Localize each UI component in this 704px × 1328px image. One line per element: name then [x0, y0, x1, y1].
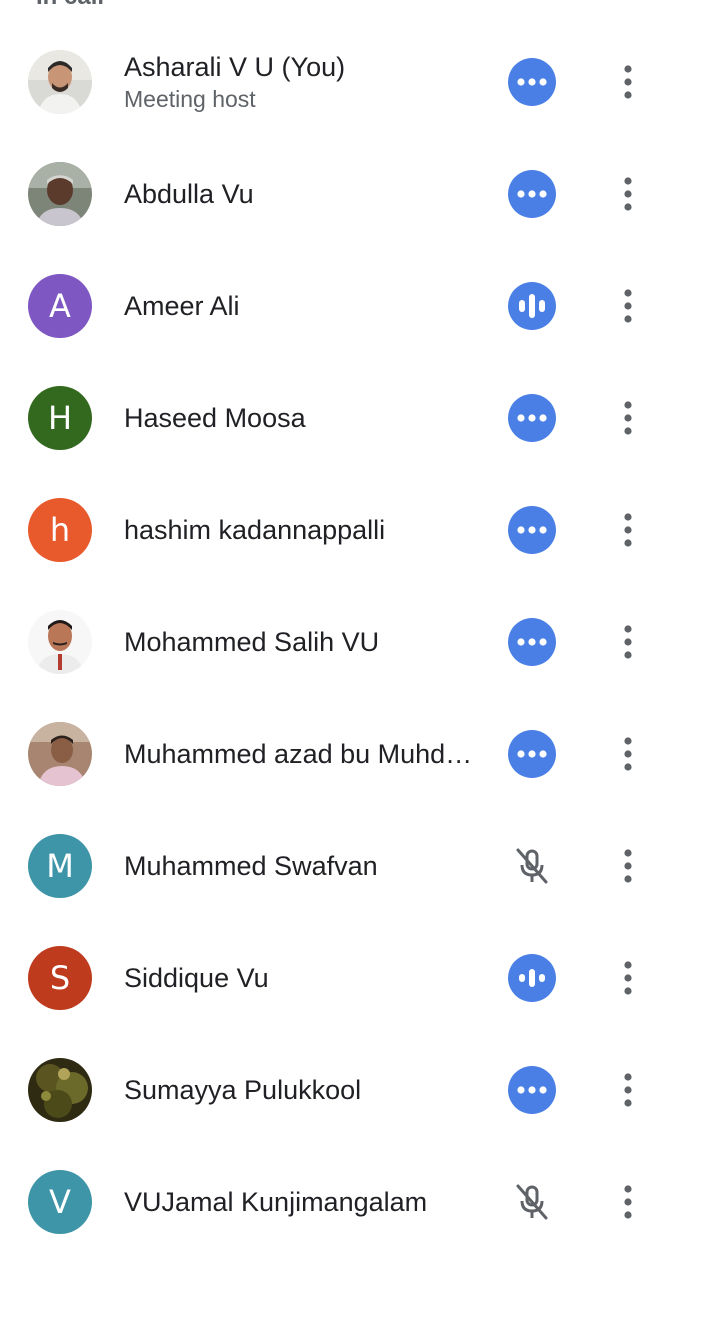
participant-name: Ameer Ali	[124, 291, 240, 321]
more-dots-icon	[517, 638, 547, 646]
more-options-button[interactable]	[604, 618, 652, 666]
participant-row[interactable]: V VUJamal Kunjimangalam	[0, 1146, 704, 1258]
participant-name: VUJamal Kunjimangalam	[124, 1187, 428, 1217]
speaking-bars-icon	[519, 294, 545, 318]
participant-status-button[interactable]	[508, 282, 556, 330]
avatar: h	[28, 498, 92, 562]
participant-name: Muhammed Swafvan	[124, 851, 378, 881]
participant-status-button[interactable]	[508, 954, 556, 1002]
profile-photo-icon	[28, 1058, 92, 1122]
more-options-button[interactable]	[604, 506, 652, 554]
participant-name: Asharali V U (You)	[124, 52, 346, 82]
more-options-button[interactable]	[604, 730, 652, 778]
profile-photo-icon	[28, 610, 92, 674]
more-vert-icon	[624, 401, 632, 435]
more-options-button[interactable]	[604, 394, 652, 442]
more-vert-icon	[624, 1073, 632, 1107]
participant-status-button[interactable]	[508, 618, 556, 666]
more-vert-icon	[624, 289, 632, 323]
participant-name: Abdulla Vu	[124, 179, 254, 209]
participant-list: Asharali V U (You) Meeting host Abdulla …	[0, 26, 704, 1258]
participant-status-button[interactable]	[508, 394, 556, 442]
participant-row[interactable]: M Muhammed Swafvan	[0, 810, 704, 922]
participant-row[interactable]: Mohammed Salih VU	[0, 586, 704, 698]
participant-role: Meeting host	[124, 86, 256, 112]
avatar	[28, 162, 92, 226]
more-options-button[interactable]	[604, 842, 652, 890]
participant-status-button[interactable]	[508, 730, 556, 778]
profile-photo-icon	[28, 50, 92, 114]
participant-status-button[interactable]	[508, 1178, 556, 1226]
avatar: H	[28, 386, 92, 450]
more-dots-icon	[517, 190, 547, 198]
avatar	[28, 1058, 92, 1122]
avatar: S	[28, 946, 92, 1010]
participant-name: Siddique Vu	[124, 963, 269, 993]
avatar	[28, 50, 92, 114]
more-options-button[interactable]	[604, 282, 652, 330]
more-options-button[interactable]	[604, 1066, 652, 1114]
profile-photo-icon	[28, 722, 92, 786]
more-vert-icon	[624, 737, 632, 771]
more-options-button[interactable]	[604, 58, 652, 106]
profile-photo-icon	[28, 162, 92, 226]
participant-row[interactable]: A Ameer Ali	[0, 250, 704, 362]
avatar-initial: S	[49, 959, 71, 997]
more-dots-icon	[517, 414, 547, 422]
more-options-button[interactable]	[604, 954, 652, 1002]
more-vert-icon	[624, 849, 632, 883]
participant-name: Mohammed Salih VU	[124, 627, 380, 657]
avatar-initial: V	[49, 1183, 71, 1221]
more-options-button[interactable]	[604, 170, 652, 218]
participant-row[interactable]: H Haseed Moosa	[0, 362, 704, 474]
more-dots-icon	[517, 526, 547, 534]
participant-row[interactable]: h hashim kadannappalli	[0, 474, 704, 586]
participant-status-button[interactable]	[508, 170, 556, 218]
more-vert-icon	[624, 177, 632, 211]
participant-row[interactable]: Muhammed azad bu Muhd…	[0, 698, 704, 810]
avatar-initial: h	[49, 511, 71, 549]
avatar-initial: M	[46, 847, 74, 885]
more-dots-icon	[517, 1086, 547, 1094]
more-vert-icon	[624, 65, 632, 99]
more-options-button[interactable]	[604, 1178, 652, 1226]
participant-status-button[interactable]	[508, 506, 556, 554]
avatar-initial: A	[49, 287, 71, 325]
more-dots-icon	[517, 750, 547, 758]
section-header: In call	[36, 0, 104, 12]
participant-status-button[interactable]	[508, 842, 556, 890]
avatar: M	[28, 834, 92, 898]
more-vert-icon	[624, 625, 632, 659]
more-dots-icon	[517, 78, 547, 86]
participant-status-button[interactable]	[508, 58, 556, 106]
more-vert-icon	[624, 513, 632, 547]
participant-name: Muhammed azad bu Muhd…	[124, 739, 473, 769]
participant-row[interactable]: Asharali V U (You) Meeting host	[0, 26, 704, 138]
participant-row[interactable]: Sumayya Pulukkool	[0, 1034, 704, 1146]
avatar-initial: H	[47, 399, 73, 437]
participant-name: hashim kadannappalli	[124, 515, 386, 545]
mic-off-icon	[516, 848, 548, 884]
mic-off-icon	[516, 1184, 548, 1220]
participant-name: Sumayya Pulukkool	[124, 1075, 362, 1105]
more-vert-icon	[624, 961, 632, 995]
participant-row[interactable]: Abdulla Vu	[0, 138, 704, 250]
speaking-bars-icon	[519, 969, 545, 987]
participant-name: Haseed Moosa	[124, 403, 306, 433]
participant-status-button[interactable]	[508, 1066, 556, 1114]
more-vert-icon	[624, 1185, 632, 1219]
avatar	[28, 722, 92, 786]
avatar	[28, 610, 92, 674]
avatar: A	[28, 274, 92, 338]
participant-row[interactable]: S Siddique Vu	[0, 922, 704, 1034]
avatar: V	[28, 1170, 92, 1234]
